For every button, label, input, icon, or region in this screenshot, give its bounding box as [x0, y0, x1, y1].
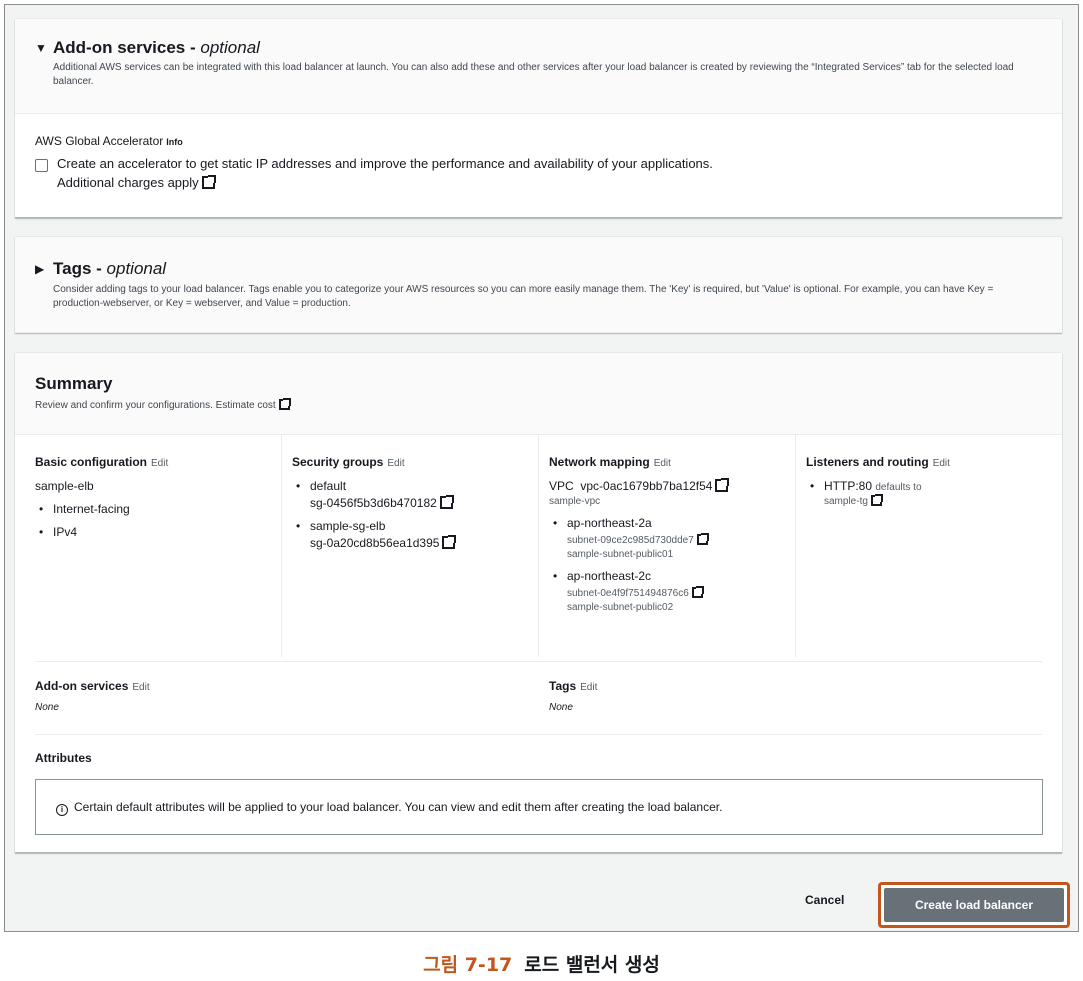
- external-link-icon: [278, 398, 291, 410]
- addon-services-summary: Add-on services Edit None: [35, 679, 515, 715]
- availability-zone-item: ap-northeast-2a subnet-09ce2c985d730dde7…: [553, 515, 789, 562]
- listeners-edit[interactable]: Edit: [933, 458, 950, 469]
- summary-description: Review and confirm your configurations. …: [35, 398, 1042, 413]
- info-link[interactable]: Info: [166, 137, 183, 147]
- security-group-name: sample-sg-elb: [310, 519, 386, 533]
- network-mapping-title: Network mapping: [549, 455, 650, 469]
- security-groups-edit[interactable]: Edit: [387, 458, 404, 469]
- security-group-id-link[interactable]: sg-0a20cd8b56ea1d395: [310, 535, 532, 552]
- addon-summary-title: Add-on services: [35, 679, 129, 693]
- attributes-title: Attributes: [35, 751, 92, 765]
- external-link-icon: [442, 535, 457, 549]
- figure-number: 그림 7-17: [423, 954, 513, 976]
- caret-right-icon: ▶: [35, 262, 45, 276]
- tags-title: Tags: [53, 259, 92, 278]
- listener-item: HTTP:80 defaults to sample-tg: [810, 478, 1046, 509]
- scheme-item: Internet-facing: [39, 501, 275, 518]
- summary-title: Summary: [35, 374, 113, 393]
- vpc-link[interactable]: VPC vpc-0ac1679bb7ba12f54: [549, 478, 789, 495]
- global-accelerator-label: AWS Global Accelerator Info: [35, 134, 183, 148]
- target-group-link[interactable]: sample-tg: [824, 494, 1046, 509]
- figure-title: 로드 밸런서 생성: [524, 954, 660, 976]
- tags-description: Consider adding tags to your load balanc…: [53, 284, 994, 309]
- addon-services-optional: optional: [200, 38, 260, 57]
- listeners-title: Listeners and routing: [806, 455, 929, 469]
- addon-services-panel: ▼ Add-on services - optional Additional A…: [15, 19, 1062, 218]
- wizard-frame: ▼ Add-on services - optional Additional A…: [4, 4, 1079, 932]
- vpc-name: sample-vpc: [549, 496, 601, 507]
- security-groups-title: Security groups: [292, 455, 384, 469]
- create-load-balancer-button[interactable]: Create load balancer: [884, 888, 1064, 922]
- basic-configuration-title: Basic configuration: [35, 455, 148, 469]
- addon-services-header[interactable]: ▼ Add-on services - optional Additional A…: [15, 19, 1062, 114]
- tags-summary-value: None: [549, 702, 573, 713]
- tags-summary: Tags Edit None: [549, 679, 1029, 715]
- summary-panel: Summary Review and confirm your configur…: [15, 353, 1062, 853]
- tags-panel: ▶ Tags - optional Consider adding tags to…: [15, 237, 1062, 333]
- figure-caption: 그림 7-17 로드 밸런서 생성: [0, 950, 1083, 977]
- listener-protocol: HTTP:80: [824, 479, 873, 493]
- basic-configuration-edit[interactable]: Edit: [151, 458, 168, 469]
- subnet-name: sample-subnet-public02: [567, 602, 674, 613]
- security-group-item: default sg-0456f5b3d6b470182: [296, 478, 532, 512]
- external-link-icon: [439, 495, 454, 509]
- estimate-cost-link[interactable]: Estimate cost: [216, 398, 291, 411]
- security-group-item: sample-sg-elb sg-0a20cd8b56ea1d395: [296, 518, 532, 552]
- external-link-icon: [201, 175, 216, 189]
- ip-type-item: IPv4: [39, 524, 275, 541]
- addon-services-title: Add-on services: [53, 38, 186, 57]
- divider: [35, 661, 1042, 662]
- addon-services-description: Additional AWS services can be integrate…: [53, 62, 1014, 87]
- cancel-button[interactable]: Cancel: [805, 893, 844, 907]
- divider: [35, 734, 1042, 735]
- availability-zone-item: ap-northeast-2c subnet-0e4f9f751494876c6…: [553, 568, 789, 615]
- external-link-icon: [870, 494, 883, 506]
- tags-summary-title: Tags: [549, 679, 577, 693]
- security-group-name: default: [310, 479, 347, 493]
- info-icon: i: [56, 804, 68, 816]
- security-group-id-link[interactable]: sg-0456f5b3d6b470182: [310, 495, 532, 512]
- listeners-and-routing: Listeners and routing Edit HTTP:80 defaul…: [806, 455, 1046, 509]
- network-mapping: Network mapping Edit VPC vpc-0ac1679bb7ba…: [549, 455, 789, 615]
- tags-optional: optional: [106, 259, 167, 278]
- create-button-highlight: Create load balancer: [878, 882, 1070, 928]
- security-groups: Security groupsEdit default sg-0456f5b3d…: [292, 455, 532, 552]
- load-balancer-name: sample-elb: [35, 479, 94, 493]
- availability-zone-name: ap-northeast-2c: [567, 569, 652, 583]
- subnet-name: sample-subnet-public01: [567, 549, 674, 560]
- addon-summary-edit[interactable]: Edit: [132, 682, 149, 693]
- external-link-icon: [715, 478, 730, 492]
- additional-charges-link[interactable]: Additional charges apply: [57, 175, 216, 190]
- caret-down-icon: ▼: [35, 41, 47, 55]
- accelerator-checkbox-text: Create an accelerator to get static IP a…: [57, 156, 713, 190]
- attributes-notice: i Certain default attributes will be appl…: [35, 779, 1043, 835]
- tags-summary-edit[interactable]: Edit: [580, 682, 597, 693]
- external-link-icon: [691, 586, 704, 598]
- basic-configuration: Basic configurationEdit sample-elb Inter…: [35, 455, 275, 541]
- listener-defaults-to: defaults to: [875, 482, 922, 493]
- accelerator-checkbox[interactable]: [35, 159, 48, 172]
- subnet-link[interactable]: subnet-0e4f9f751494876c6: [567, 586, 789, 601]
- addon-summary-value: None: [35, 702, 59, 713]
- tags-header[interactable]: ▶ Tags - optional Consider adding tags to…: [15, 237, 1062, 333]
- subnet-link[interactable]: subnet-09ce2c985d730dde7: [567, 533, 789, 548]
- external-link-icon: [696, 533, 709, 545]
- network-mapping-edit[interactable]: Edit: [654, 458, 671, 469]
- availability-zone-name: ap-northeast-2a: [567, 516, 652, 530]
- attributes-notice-text: Certain default attributes will be appli…: [74, 800, 723, 814]
- summary-columns: Basic configurationEdit sample-elb Inter…: [15, 435, 1062, 661]
- summary-header: Summary Review and confirm your configur…: [15, 353, 1062, 435]
